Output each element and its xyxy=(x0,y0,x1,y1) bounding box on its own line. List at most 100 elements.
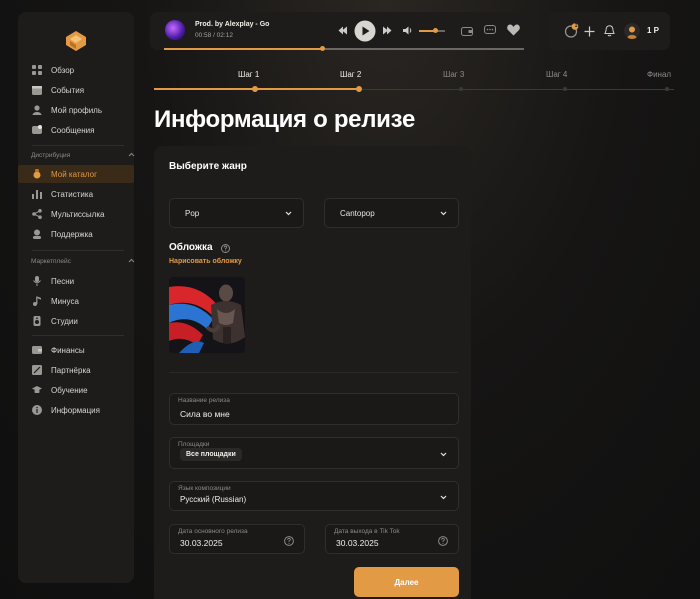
step-final[interactable]: Финал xyxy=(647,70,671,79)
tiktok-date-value: 30.03.2025 xyxy=(336,538,379,548)
chevron-up-icon xyxy=(128,258,135,263)
heart-icon[interactable] xyxy=(507,24,520,36)
track-title: Prod. by Alexplay - Go xyxy=(195,21,270,28)
release-name-field[interactable]: Название релиза Сила во мне xyxy=(169,393,459,425)
app-logo[interactable] xyxy=(65,30,87,52)
sidebar-item-label: Статистика xyxy=(51,189,94,199)
sidebar-item-studios[interactable]: Студии xyxy=(18,312,134,330)
track-progress-bar[interactable] xyxy=(164,46,524,51)
next-button[interactable]: Далее xyxy=(354,567,459,597)
platforms-chip[interactable]: Все площадки xyxy=(180,448,242,461)
partner-icon xyxy=(32,365,42,375)
mic-icon xyxy=(33,276,41,286)
section-distribution[interactable]: Дистрибуция xyxy=(31,152,135,159)
sidebar-item-label: Обучение xyxy=(51,385,88,395)
sidebar-item-overview[interactable]: Обзор xyxy=(18,61,134,79)
sidebar-item-statistics[interactable]: Статистика xyxy=(18,185,134,203)
genre-heading: Выберите жанр xyxy=(169,161,247,172)
section-title: Дистрибуция xyxy=(31,152,71,159)
stepper: Шаг 1 Шаг 2 Шаг 3 Шаг 4 Финал xyxy=(154,70,674,94)
speaker-icon xyxy=(33,316,41,326)
calendar-icon xyxy=(32,86,42,95)
sidebar-item-catalog[interactable]: Мой каталог xyxy=(18,165,134,183)
cover-heading: Обложка xyxy=(169,242,213,253)
section-marketplace[interactable]: Маркетплейс xyxy=(31,258,135,265)
help-icon[interactable] xyxy=(221,244,230,253)
next-track-icon[interactable] xyxy=(382,26,392,35)
sidebar-item-label: Обзор xyxy=(51,65,75,75)
chevron-down-icon xyxy=(285,211,292,215)
sidebar-item-messages[interactable]: Сообщения xyxy=(18,121,134,139)
chevron-down-icon xyxy=(440,495,447,500)
step-dot xyxy=(459,87,463,91)
step-3[interactable]: Шаг 3 xyxy=(443,70,464,79)
user-avatar-icon xyxy=(627,26,637,39)
chevron-up-icon xyxy=(128,152,135,157)
subgenre-select[interactable]: Cantopop xyxy=(324,198,459,228)
support-icon xyxy=(33,229,41,239)
balance[interactable]: 1 Р xyxy=(647,26,659,35)
comment-icon[interactable] xyxy=(484,25,496,36)
sidebar-item-label: Поддержка xyxy=(51,229,93,239)
top-right-panel: 1 1 Р xyxy=(548,12,670,50)
wallet-icon xyxy=(32,346,42,354)
notification-badge: 1 xyxy=(574,23,578,29)
section-title: Маркетплейс xyxy=(31,258,71,265)
track-progress-fill xyxy=(164,48,323,50)
catalog-icon xyxy=(33,169,41,179)
sidebar-item-profile[interactable]: Мой профиль xyxy=(18,101,134,119)
tiktok-date-field[interactable]: Дата выхода в Tik Tok 30.03.2025 xyxy=(325,524,459,554)
sidebar-item-partner[interactable]: Партнёрка xyxy=(18,361,134,379)
sidebar-item-beats[interactable]: Минуса xyxy=(18,292,134,310)
release-cover-image[interactable] xyxy=(169,277,245,353)
message-icon xyxy=(32,125,42,134)
cart-icon[interactable] xyxy=(461,25,473,36)
sidebar-item-label: Информация xyxy=(51,405,100,415)
sidebar-item-label: Мультиссылка xyxy=(51,209,105,219)
sidebar-item-support[interactable]: Поддержка xyxy=(18,225,134,243)
bell-icon[interactable] xyxy=(604,25,615,37)
volume-knob[interactable] xyxy=(433,28,439,33)
volume-icon[interactable] xyxy=(403,26,413,35)
sidebar-item-info[interactable]: Информация xyxy=(18,401,134,419)
step-2[interactable]: Шаг 2 xyxy=(340,70,361,79)
sidebar-item-label: Песни xyxy=(51,276,75,286)
platforms-select[interactable]: Площадки Все площадки xyxy=(169,437,459,469)
release-date-field[interactable]: Дата основного релиза 30.03.2025 xyxy=(169,524,305,554)
help-icon[interactable] xyxy=(284,536,294,546)
sidebar-item-education[interactable]: Обучение xyxy=(18,381,134,399)
music-note-icon xyxy=(33,296,41,306)
previous-icon[interactable] xyxy=(338,26,348,35)
language-select[interactable]: Язык композиции Русский (Russian) xyxy=(169,481,459,511)
draw-cover-link[interactable]: Нарисовать обложку xyxy=(169,258,242,265)
help-icon[interactable] xyxy=(438,536,448,546)
step-4[interactable]: Шаг 4 xyxy=(546,70,567,79)
sidebar-item-events[interactable]: События xyxy=(18,81,134,99)
release-name-value: Сила во мне xyxy=(180,409,230,419)
track-time: 00:58 / 02:12 xyxy=(195,32,233,39)
track-progress-knob[interactable] xyxy=(319,46,325,51)
play-icon[interactable] xyxy=(354,20,376,42)
info-icon xyxy=(32,405,42,415)
sidebar-item-multilink[interactable]: Мультиссылка xyxy=(18,205,134,223)
volume-slider[interactable] xyxy=(419,28,445,33)
genre-select[interactable]: Pop xyxy=(169,198,304,228)
step-dot xyxy=(252,86,258,92)
sidebar-item-label: Минуса xyxy=(51,296,79,306)
release-date-label: Дата основного релиза xyxy=(178,528,248,535)
sidebar-item-label: Студии xyxy=(51,316,78,326)
plus-icon[interactable] xyxy=(584,26,595,37)
audio-player: Prod. by Alexplay - Go 00:58 / 02:12 xyxy=(150,12,539,51)
avatar[interactable] xyxy=(624,23,640,39)
sidebar-item-songs[interactable]: Песни xyxy=(18,272,134,290)
sidebar-item-label: События xyxy=(51,85,85,95)
sidebar-item-finance[interactable]: Финансы xyxy=(18,341,134,359)
divider xyxy=(32,250,124,251)
chevron-down-icon xyxy=(440,452,447,457)
language-label: Язык композиции xyxy=(178,485,231,492)
education-icon xyxy=(32,386,42,393)
step-1[interactable]: Шаг 1 xyxy=(238,70,259,79)
divider xyxy=(32,335,124,336)
share-icon xyxy=(32,209,42,219)
step-dot xyxy=(563,87,567,91)
